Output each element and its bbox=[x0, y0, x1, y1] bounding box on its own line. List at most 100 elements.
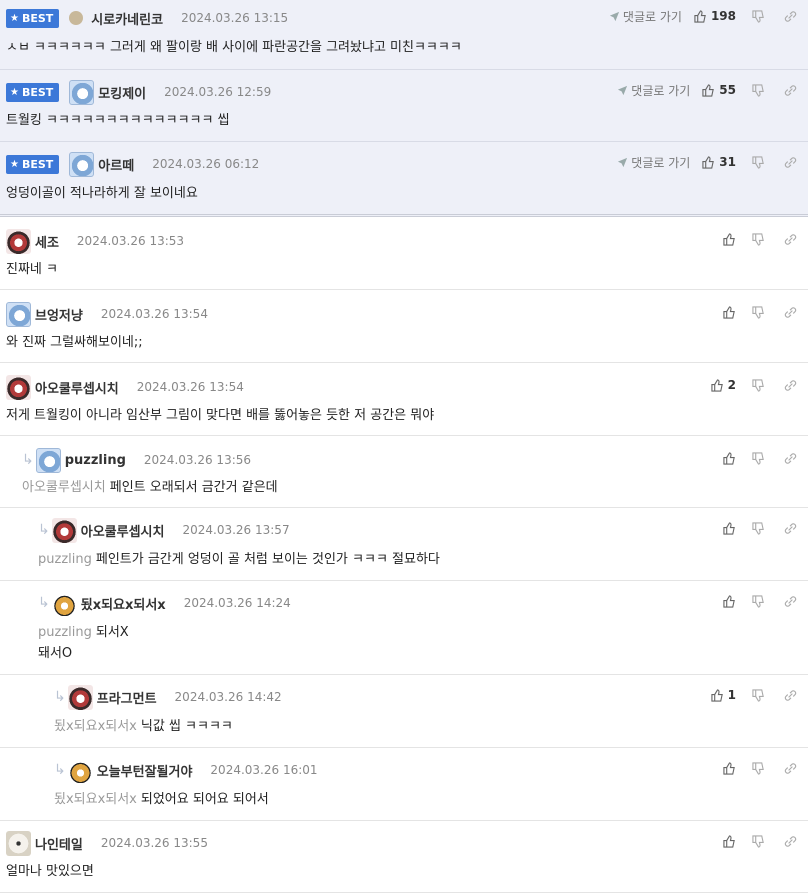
best-badge: ★ BEST bbox=[6, 154, 60, 174]
avatar[interactable] bbox=[69, 151, 95, 177]
comment-text: 와 진짜 그럴싸해보이네;; bbox=[6, 335, 143, 350]
comment-author[interactable]: 아오쿨루셉시치 bbox=[81, 521, 165, 540]
share-link-button[interactable] bbox=[782, 231, 798, 247]
goto-comment-link[interactable]: 댓글로 가기 bbox=[617, 82, 690, 99]
goto-comment-link[interactable]: 댓글로 가기 bbox=[617, 154, 690, 171]
comment-text: 저게 트월킹이 아니라 임산부 그림이 맞다면 배를 뚫어놓은 듯한 저 공간은… bbox=[6, 408, 435, 423]
dislike-button[interactable] bbox=[750, 760, 766, 776]
avatar[interactable] bbox=[35, 447, 61, 473]
comment-date: 2024.03.26 14:24 bbox=[183, 596, 291, 610]
comment-author[interactable]: 모킹제이 bbox=[98, 83, 146, 102]
avatar[interactable] bbox=[6, 830, 31, 856]
thumbs-up-icon bbox=[723, 451, 735, 465]
thumbs-up-icon bbox=[702, 83, 715, 97]
thumbs-down-icon bbox=[751, 9, 764, 23]
like-button[interactable] bbox=[723, 305, 736, 319]
avatar[interactable] bbox=[51, 590, 77, 616]
like-button[interactable]: 31 bbox=[702, 155, 736, 169]
comment-author[interactable]: puzzling bbox=[65, 453, 126, 468]
link-icon bbox=[784, 452, 796, 464]
comment-author[interactable]: 됬x되요x되서x bbox=[81, 594, 166, 613]
comment-author[interactable]: 세조 bbox=[35, 232, 59, 251]
reply-arrow-icon: ↳ bbox=[22, 452, 34, 468]
comment-author[interactable]: 아르떼 bbox=[98, 155, 134, 174]
best-badge: ★ BEST bbox=[6, 8, 60, 28]
share-link-button[interactable] bbox=[782, 82, 798, 98]
share-link-button[interactable] bbox=[782, 154, 798, 170]
thumbs-down-icon bbox=[751, 155, 764, 169]
reply-comment: ↳ 아오쿨루셉시치 2024.03.26 13:57 puzzling 페인트가 … bbox=[0, 508, 808, 581]
dislike-button[interactable] bbox=[750, 687, 766, 703]
star-icon: ★ bbox=[10, 158, 19, 170]
like-button[interactable]: 2 bbox=[711, 378, 736, 392]
avatar[interactable] bbox=[69, 79, 95, 105]
dislike-button[interactable] bbox=[750, 8, 766, 24]
comment: 브엉저냥 2024.03.26 13:54 와 진짜 그럴싸해보이네;; bbox=[0, 290, 808, 363]
share-link-button[interactable] bbox=[782, 304, 798, 320]
share-link-button[interactable] bbox=[782, 450, 798, 466]
like-button[interactable] bbox=[723, 834, 736, 848]
avatar[interactable] bbox=[6, 228, 31, 254]
comment-author[interactable]: 프라그먼트 bbox=[97, 688, 157, 707]
goto-comment-link[interactable]: 댓글로 가기 bbox=[609, 8, 682, 25]
share-link-button[interactable] bbox=[782, 520, 798, 536]
avatar[interactable] bbox=[69, 11, 84, 25]
comment-date: 2024.03.26 13:57 bbox=[182, 523, 290, 537]
dislike-button[interactable] bbox=[750, 593, 766, 609]
reply-comment: ↳ puzzling 2024.03.26 13:56 아오쿨루셉시치 페인트 오… bbox=[0, 436, 808, 508]
like-button[interactable] bbox=[723, 451, 736, 465]
thumbs-up-icon bbox=[723, 305, 735, 319]
mention-user[interactable]: puzzling bbox=[38, 625, 92, 640]
thumbs-up-icon bbox=[723, 761, 735, 775]
mention-user[interactable]: puzzling bbox=[38, 552, 92, 567]
share-link-button[interactable] bbox=[782, 687, 798, 703]
comment-author[interactable]: 오늘부턴잘될거야 bbox=[97, 761, 193, 780]
mention-user[interactable]: 됬x되요x되서x bbox=[54, 719, 137, 734]
like-button[interactable] bbox=[723, 594, 736, 608]
link-icon bbox=[784, 306, 796, 318]
like-button[interactable]: 55 bbox=[702, 83, 736, 97]
dislike-button[interactable] bbox=[750, 231, 766, 247]
comment-author[interactable]: 브엉저냥 bbox=[35, 305, 83, 324]
send-icon bbox=[609, 11, 620, 21]
link-icon bbox=[784, 10, 796, 22]
thumbs-up-icon bbox=[723, 232, 735, 246]
avatar[interactable] bbox=[6, 374, 31, 400]
share-link-button[interactable] bbox=[782, 833, 798, 849]
thumbs-down-icon bbox=[751, 521, 764, 535]
comment-author[interactable]: 시로카네린코 bbox=[91, 9, 163, 28]
avatar[interactable] bbox=[6, 301, 31, 327]
link-icon bbox=[784, 379, 796, 391]
best-badge: ★ BEST bbox=[6, 82, 60, 102]
avatar[interactable] bbox=[67, 757, 93, 783]
share-link-button[interactable] bbox=[782, 593, 798, 609]
dislike-button[interactable] bbox=[750, 520, 766, 536]
avatar[interactable] bbox=[67, 684, 93, 710]
star-icon: ★ bbox=[10, 86, 19, 98]
comment-text: 페인트가 금간게 엉덩이 골 처럼 보이는 것인가 ㅋㅋㅋ 절묘하다 bbox=[95, 552, 440, 567]
like-button[interactable]: 198 bbox=[694, 9, 736, 23]
share-link-button[interactable] bbox=[782, 760, 798, 776]
share-link-button[interactable] bbox=[782, 377, 798, 393]
thumbs-down-icon bbox=[751, 451, 764, 465]
like-button[interactable] bbox=[723, 521, 736, 535]
like-button[interactable]: 1 bbox=[711, 688, 736, 702]
dislike-button[interactable] bbox=[750, 82, 766, 98]
dislike-button[interactable] bbox=[750, 304, 766, 320]
thumbs-up-icon bbox=[711, 688, 723, 702]
mention-user[interactable]: 됬x되요x되서x bbox=[54, 792, 137, 807]
share-link-button[interactable] bbox=[782, 8, 798, 24]
like-button[interactable] bbox=[723, 761, 736, 775]
comment-author[interactable]: 아오쿨루셉시치 bbox=[35, 378, 119, 397]
comment-author[interactable]: 나인테일 bbox=[35, 834, 83, 853]
dislike-button[interactable] bbox=[750, 833, 766, 849]
dislike-button[interactable] bbox=[750, 377, 766, 393]
mention-user[interactable]: 아오쿨루셉시치 bbox=[22, 480, 106, 495]
dislike-button[interactable] bbox=[750, 450, 766, 466]
thumbs-down-icon bbox=[751, 83, 764, 97]
dislike-button[interactable] bbox=[750, 154, 766, 170]
link-icon bbox=[784, 522, 796, 534]
like-button[interactable] bbox=[723, 232, 736, 246]
star-icon: ★ bbox=[10, 12, 19, 24]
avatar[interactable] bbox=[51, 517, 77, 543]
